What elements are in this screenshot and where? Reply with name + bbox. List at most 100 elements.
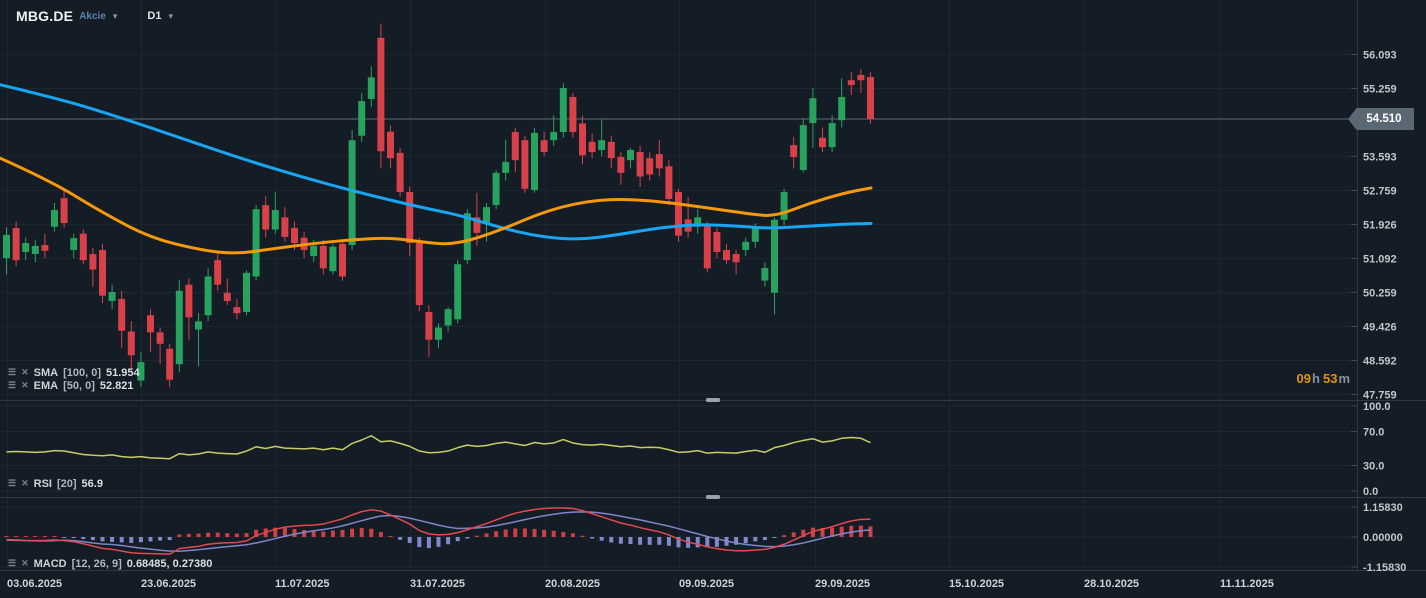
chevron-down-icon[interactable]: ▾ <box>113 11 118 22</box>
candlestick-chart[interactable]: 56.093 55.259 53.593 52.759 51.926 51.092 50.2… <box>0 0 1426 598</box>
macd-bar-positive <box>4 536 9 537</box>
candle-up <box>502 161 510 173</box>
candle-down <box>387 131 394 159</box>
panel-resize-handle[interactable] <box>706 398 720 402</box>
macd-bar-negative <box>762 537 767 541</box>
macd-bar-negative <box>590 537 595 539</box>
chevron-down-icon[interactable]: ▾ <box>168 11 173 22</box>
candle-down <box>646 158 654 175</box>
candle-down <box>569 96 577 133</box>
indicator-params: [50, 0] <box>63 379 95 392</box>
symbol-title[interactable]: MBG.DE <box>16 8 73 24</box>
macd-bar-negative <box>71 537 76 539</box>
indicator-remove-icon[interactable]: ✕ <box>21 479 29 488</box>
indicator-value: 52.821 <box>99 379 134 392</box>
macd-bar-positive <box>378 532 383 537</box>
macd-bar-positive <box>196 533 201 537</box>
candle-down <box>579 123 586 156</box>
indicator-settings-icon[interactable]: ☰ <box>8 381 16 390</box>
macd-bar-positive <box>839 526 844 537</box>
macd-bar-negative <box>81 537 86 540</box>
macd-bar-negative <box>110 537 115 542</box>
candle-up <box>31 245 39 255</box>
candle-down <box>147 315 154 333</box>
macd-bar-negative <box>609 537 614 543</box>
macd-bar-positive <box>561 532 566 537</box>
candle-up <box>771 219 778 293</box>
session-countdown: 09h 53m <box>1297 371 1353 386</box>
indicator-name: MACD <box>33 557 67 570</box>
candle-up <box>483 207 490 224</box>
macd-bar-positive <box>302 530 307 537</box>
countdown-hours: 09 <box>1296 371 1312 386</box>
macd-bar-negative <box>628 537 633 544</box>
candle-up <box>3 234 10 259</box>
macd-bar-negative <box>138 537 143 543</box>
macd-bar-positive <box>580 535 585 537</box>
candle-up <box>809 98 817 124</box>
macd-bar-negative <box>426 537 431 549</box>
trading-chart-window: 56.093 55.259 53.593 52.759 51.926 51.092 50.2… <box>0 0 1426 598</box>
candle-down <box>262 205 270 230</box>
date-label: 23.06.2025 <box>141 578 196 590</box>
indicator-remove-icon[interactable]: ✕ <box>21 368 29 377</box>
indicator-row-ema: ☰ ✕ EMA [50, 0] 52.821 <box>8 379 134 392</box>
indicator-settings-icon[interactable]: ☰ <box>8 368 16 377</box>
candle-up <box>204 276 212 316</box>
candle-down <box>60 198 68 224</box>
macd-bar-positive <box>484 533 489 537</box>
price-tick-label: 47.759 <box>1363 389 1397 401</box>
candle-down <box>732 254 740 263</box>
macd-bar-positive <box>234 533 239 537</box>
indicator-remove-icon[interactable]: ✕ <box>21 559 29 568</box>
candle-up <box>51 209 58 227</box>
macd-tick-label: 0.00000 <box>1363 532 1403 544</box>
candle-up <box>454 264 462 320</box>
macd-bar-positive <box>570 533 575 537</box>
macd-bar-positive <box>52 536 57 537</box>
indicator-remove-icon[interactable]: ✕ <box>21 381 29 390</box>
macd-bar-positive <box>494 531 499 537</box>
rsi-line <box>6 435 871 460</box>
candle-down <box>377 37 385 152</box>
ema-line <box>0 156 873 255</box>
timeframe-select[interactable]: D1 <box>147 10 161 22</box>
macd-bar-negative <box>455 537 460 542</box>
candle-down <box>291 227 298 244</box>
candle-down <box>233 307 241 314</box>
candle-up <box>70 238 78 250</box>
macd-bar-positive <box>513 528 518 537</box>
candle-down <box>118 298 126 331</box>
candle-up <box>550 132 558 141</box>
indicator-value: 56.9 <box>81 477 103 490</box>
candle-down <box>425 311 433 340</box>
candle-up <box>761 267 769 281</box>
indicator-settings-icon[interactable]: ☰ <box>8 479 16 488</box>
countdown-hours-unit: h <box>1312 371 1320 386</box>
candle-down <box>847 80 855 86</box>
macd-bar-positive <box>388 536 393 537</box>
macd-bar-positive <box>522 528 527 537</box>
macd-bar-negative <box>753 537 758 542</box>
indicator-name: SMA <box>33 366 59 379</box>
macd-bar-positive <box>474 535 479 537</box>
chart-header: MBG.DE Akcie ▾ D1 ▾ <box>16 8 173 24</box>
indicator-value: 51.954 <box>106 366 140 379</box>
candle-up <box>435 327 442 340</box>
candles-layer <box>3 23 874 388</box>
macd-bar-positive <box>292 528 297 537</box>
candle-up <box>751 227 759 242</box>
candle-down <box>819 137 826 148</box>
rsi-tick-label: 0.0 <box>1363 486 1378 498</box>
macd-bar-positive <box>369 528 374 537</box>
sma-line <box>0 83 873 241</box>
candle-up <box>22 243 30 253</box>
current-price-tag: 54.510 <box>1348 108 1414 130</box>
indicator-settings-icon[interactable]: ☰ <box>8 559 16 568</box>
macd-bar-positive <box>340 530 345 537</box>
macd-bar-positive <box>782 535 787 537</box>
panel-resize-handle[interactable] <box>706 495 720 499</box>
macd-bar-positive <box>244 533 249 537</box>
macd-bar-negative <box>129 537 134 543</box>
candle-up <box>742 241 750 250</box>
